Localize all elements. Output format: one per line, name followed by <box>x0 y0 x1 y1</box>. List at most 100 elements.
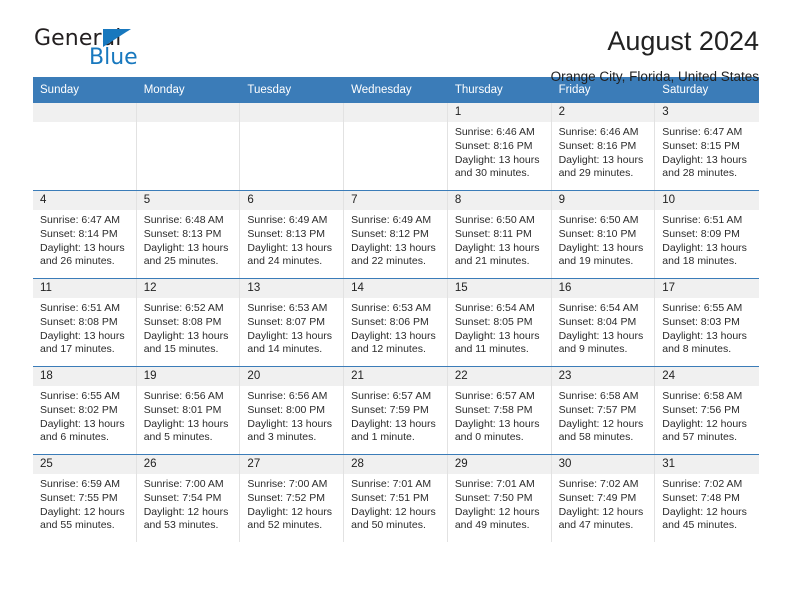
day-cell[interactable]: 17 Sunrise: 6:55 AM Sunset: 8:03 PM Dayligh… <box>655 279 759 367</box>
sunrise-text: Sunrise: 6:57 AM <box>454 390 535 403</box>
sunrise-text: Sunrise: 7:00 AM <box>143 478 224 491</box>
day-number: 2 <box>551 103 655 123</box>
day-details: Sunrise: 6:55 AM Sunset: 8:02 PM Daylight:… <box>33 386 136 444</box>
day-details: Sunrise: 6:47 AM Sunset: 8:14 PM Daylight:… <box>33 210 136 268</box>
sunrise-text: Sunrise: 6:58 AM <box>662 390 743 403</box>
day-cell[interactable]: 25 Sunrise: 6:59 AM Sunset: 7:55 PM Dayligh… <box>33 455 137 543</box>
day-number: 21 <box>344 367 447 387</box>
sunrise-text: Sunrise: 7:01 AM <box>351 478 432 491</box>
day-details <box>344 122 447 126</box>
day-cell[interactable]: 18 Sunrise: 6:55 AM Sunset: 8:02 PM Dayligh… <box>33 367 137 455</box>
day-cell[interactable]: 19 Sunrise: 6:56 AM Sunset: 8:01 PM Dayligh… <box>136 367 241 455</box>
day-number: 18 <box>33 367 136 387</box>
day-details: Sunrise: 7:02 AM Sunset: 7:48 PM Daylight:… <box>655 474 759 532</box>
sunset-text: Sunset: 8:15 PM <box>662 139 740 152</box>
day-cell[interactable]: 11 Sunrise: 6:51 AM Sunset: 8:08 PM Dayligh… <box>33 279 137 367</box>
day-number: 3 <box>655 103 759 123</box>
sunset-text: Sunset: 7:54 PM <box>143 491 222 504</box>
weekday-header-tuesday: Tuesday <box>247 84 292 96</box>
daylight-text: Daylight: 13 hours and 28 minutes. <box>662 153 747 180</box>
day-number: 7 <box>344 191 447 211</box>
sunrise-text: Sunrise: 6:57 AM <box>351 390 432 403</box>
sunset-text: Sunset: 8:05 PM <box>454 315 533 328</box>
day-details <box>240 122 343 126</box>
day-cell[interactable]: 9 Sunrise: 6:50 AM Sunset: 8:10 PM Daylight… <box>551 191 656 279</box>
day-cell-empty <box>240 103 345 191</box>
day-cell[interactable]: 3 Sunrise: 6:47 AM Sunset: 8:15 PM Daylight… <box>655 103 759 191</box>
calendar-week-row: 4 Sunrise: 6:47 AM Sunset: 8:14 PM Daylight… <box>33 190 759 279</box>
day-cell[interactable]: 12 Sunrise: 6:52 AM Sunset: 8:08 PM Dayligh… <box>136 279 241 367</box>
weekday-header-thursday: Thursday <box>454 84 503 96</box>
day-cell[interactable]: 29 Sunrise: 7:01 AM Sunset: 7:50 PM Dayligh… <box>447 455 552 543</box>
daylight-text: Daylight: 13 hours and 25 minutes. <box>143 241 229 268</box>
day-cell[interactable]: 13 Sunrise: 6:53 AM Sunset: 8:07 PM Dayligh… <box>240 279 345 367</box>
sunset-text: Sunset: 8:16 PM <box>558 139 637 152</box>
daylight-text: Daylight: 12 hours and 52 minutes. <box>247 505 333 532</box>
day-details: Sunrise: 6:46 AM Sunset: 8:16 PM Daylight:… <box>552 122 655 180</box>
day-details: Sunrise: 6:53 AM Sunset: 8:06 PM Daylight:… <box>344 298 447 356</box>
day-cell-empty <box>33 103 137 191</box>
day-cell[interactable]: 30 Sunrise: 7:02 AM Sunset: 7:49 PM Dayligh… <box>551 455 656 543</box>
sunrise-text: Sunrise: 6:50 AM <box>454 214 535 227</box>
day-cell[interactable]: 1 Sunrise: 6:46 AM Sunset: 8:16 PM Daylight… <box>447 103 552 191</box>
day-details: Sunrise: 6:52 AM Sunset: 8:08 PM Daylight:… <box>137 298 240 356</box>
sunrise-text: Sunrise: 7:02 AM <box>662 478 743 491</box>
day-cell[interactable]: 2 Sunrise: 6:46 AM Sunset: 8:16 PM Daylight… <box>551 103 656 191</box>
sunset-text: Sunset: 7:48 PM <box>662 491 740 504</box>
day-cell[interactable]: 22 Sunrise: 6:57 AM Sunset: 7:58 PM Dayligh… <box>447 367 552 455</box>
day-cell[interactable]: 7 Sunrise: 6:49 AM Sunset: 8:12 PM Daylight… <box>344 191 448 279</box>
day-cell[interactable]: 4 Sunrise: 6:47 AM Sunset: 8:14 PM Daylight… <box>33 191 137 279</box>
sunset-text: Sunset: 8:10 PM <box>558 227 637 240</box>
sunrise-text: Sunrise: 6:49 AM <box>351 214 432 227</box>
day-number: 16 <box>551 279 655 299</box>
sunrise-text: Sunrise: 7:01 AM <box>454 478 535 491</box>
day-cell[interactable]: 23 Sunrise: 6:58 AM Sunset: 7:57 PM Dayligh… <box>551 367 656 455</box>
day-cell[interactable]: 21 Sunrise: 6:57 AM Sunset: 7:59 PM Dayligh… <box>344 367 448 455</box>
day-cell[interactable]: 28 Sunrise: 7:01 AM Sunset: 7:51 PM Dayligh… <box>344 455 448 543</box>
sunrise-text: Sunrise: 6:55 AM <box>662 302 743 315</box>
daylight-text: Daylight: 12 hours and 45 minutes. <box>662 505 747 532</box>
daylight-text: Daylight: 13 hours and 0 minutes. <box>454 417 540 444</box>
day-cell[interactable]: 26 Sunrise: 7:00 AM Sunset: 7:54 PM Dayligh… <box>136 455 241 543</box>
day-cell[interactable]: 10 Sunrise: 6:51 AM Sunset: 8:09 PM Dayligh… <box>655 191 759 279</box>
day-details: Sunrise: 6:49 AM Sunset: 8:12 PM Daylight:… <box>344 210 447 268</box>
day-cell[interactable]: 31 Sunrise: 7:02 AM Sunset: 7:48 PM Dayligh… <box>655 455 759 543</box>
daylight-text: Daylight: 13 hours and 21 minutes. <box>454 241 540 268</box>
sunset-text: Sunset: 8:03 PM <box>662 315 740 328</box>
sunset-text: Sunset: 8:13 PM <box>143 227 222 240</box>
sunrise-text: Sunrise: 6:49 AM <box>247 214 328 227</box>
general-blue-logo[interactable]: General Blue <box>33 26 183 72</box>
sunrise-text: Sunrise: 6:58 AM <box>558 390 639 403</box>
day-details: Sunrise: 6:54 AM Sunset: 8:05 PM Daylight:… <box>448 298 551 356</box>
day-cell[interactable]: 8 Sunrise: 6:50 AM Sunset: 8:11 PM Daylight… <box>447 191 552 279</box>
weekday-header-row: Sunday Monday Tuesday Wednesday Thursday Frid… <box>33 77 759 104</box>
sunrise-text: Sunrise: 6:56 AM <box>247 390 328 403</box>
day-cell[interactable]: 20 Sunrise: 6:56 AM Sunset: 8:00 PM Dayligh… <box>240 367 345 455</box>
day-number: 19 <box>136 367 240 387</box>
day-cell[interactable]: 27 Sunrise: 7:00 AM Sunset: 7:52 PM Dayligh… <box>240 455 345 543</box>
day-cell[interactable]: 24 Sunrise: 6:58 AM Sunset: 7:56 PM Dayligh… <box>655 367 759 455</box>
day-number: 23 <box>551 367 655 387</box>
day-cell[interactable]: 6 Sunrise: 6:49 AM Sunset: 8:13 PM Daylight… <box>240 191 345 279</box>
day-number: 6 <box>240 191 344 211</box>
sunrise-text: Sunrise: 6:54 AM <box>558 302 639 315</box>
daylight-text: Daylight: 13 hours and 15 minutes. <box>143 329 229 356</box>
day-cell[interactable]: 14 Sunrise: 6:53 AM Sunset: 8:06 PM Dayligh… <box>344 279 448 367</box>
sunset-text: Sunset: 8:08 PM <box>143 315 222 328</box>
sunrise-text: Sunrise: 6:48 AM <box>143 214 224 227</box>
sunset-text: Sunset: 8:11 PM <box>454 227 532 240</box>
weekday-header-saturday: Saturday <box>662 84 709 96</box>
calendar-weeks: 1 Sunrise: 6:46 AM Sunset: 8:16 PM Daylight… <box>33 103 759 543</box>
day-details: Sunrise: 7:00 AM Sunset: 7:52 PM Daylight:… <box>240 474 343 532</box>
sunrise-text: Sunrise: 7:02 AM <box>558 478 639 491</box>
day-cell[interactable]: 5 Sunrise: 6:48 AM Sunset: 8:13 PM Daylight… <box>136 191 241 279</box>
daylight-text: Daylight: 13 hours and 26 minutes. <box>40 241 125 268</box>
daylight-text: Daylight: 12 hours and 58 minutes. <box>558 417 644 444</box>
day-details: Sunrise: 6:50 AM Sunset: 8:10 PM Daylight:… <box>552 210 655 268</box>
day-cell[interactable]: 16 Sunrise: 6:54 AM Sunset: 8:04 PM Dayligh… <box>551 279 656 367</box>
day-details: Sunrise: 6:59 AM Sunset: 7:55 PM Daylight:… <box>33 474 136 532</box>
daylight-text: Daylight: 12 hours and 47 minutes. <box>558 505 644 532</box>
day-cell[interactable]: 15 Sunrise: 6:54 AM Sunset: 8:05 PM Dayligh… <box>447 279 552 367</box>
sunset-text: Sunset: 8:14 PM <box>40 227 118 240</box>
day-number: 12 <box>136 279 240 299</box>
